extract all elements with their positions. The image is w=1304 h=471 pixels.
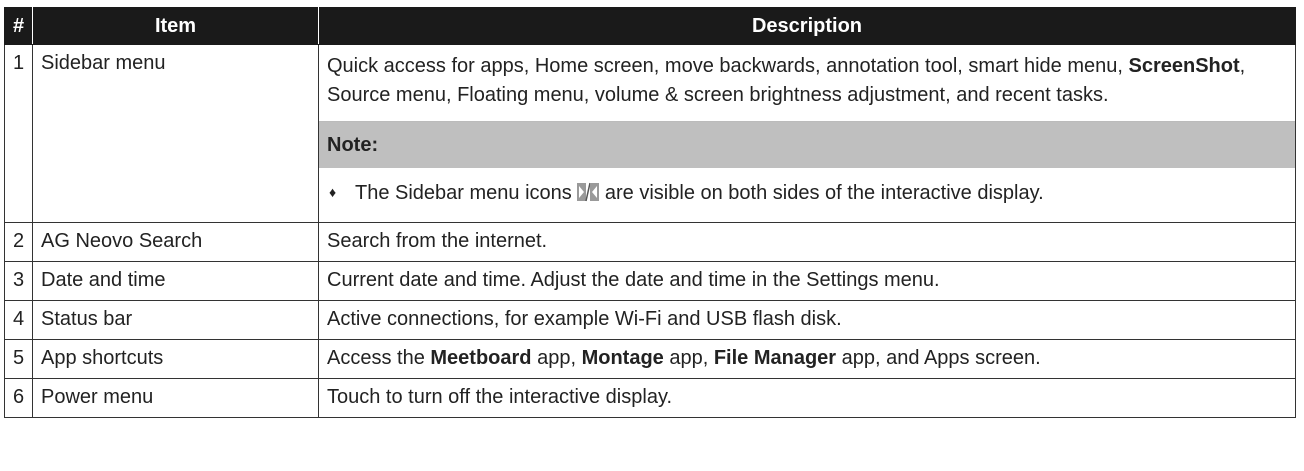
table-row: 1 Sidebar menu Quick access for apps, Ho…: [4, 44, 1296, 223]
row-item: Sidebar menu: [32, 44, 319, 223]
note-text: ♦ The Sidebar menu icons are visible on b…: [319, 168, 1295, 222]
row-description: Quick access for apps, Home screen, move…: [318, 44, 1296, 223]
row-number: 1: [4, 44, 33, 223]
row-item: AG Neovo Search: [32, 222, 319, 262]
row-item: Power menu: [32, 378, 319, 418]
header-description: Description: [318, 7, 1296, 45]
header-item: Item: [32, 7, 319, 45]
table-row: 6 Power menu Touch to turn off the inter…: [4, 378, 1296, 418]
row-description: Active connections, for example Wi-Fi an…: [318, 300, 1296, 340]
row-item: Status bar: [32, 300, 319, 340]
row-item: Date and time: [32, 261, 319, 301]
row-description: Touch to turn off the interactive displa…: [318, 378, 1296, 418]
row-number: 5: [4, 339, 33, 379]
row-description: Search from the internet.: [318, 222, 1296, 262]
bullet-diamond-icon: ♦: [329, 184, 337, 200]
table-row: 3 Date and time Current date and time. A…: [4, 261, 1296, 301]
sidebar-arrows-icon: [577, 182, 600, 202]
row-description: Access the Meetboard app, Montage app, F…: [318, 339, 1296, 379]
row-description: Current date and time. Adjust the date a…: [318, 261, 1296, 301]
row-item: App shortcuts: [32, 339, 319, 379]
table-row: 5 App shortcuts Access the Meetboard app…: [4, 339, 1296, 379]
row-number: 2: [4, 222, 33, 262]
note-label: Note:: [319, 121, 1295, 168]
description-text: Quick access for apps, Home screen, move…: [327, 55, 1246, 106]
table-row: 2 AG Neovo Search Search from the intern…: [4, 222, 1296, 262]
table-header-row: # Item Description: [4, 7, 1296, 45]
feature-table: # Item Description 1 Sidebar menu Quick …: [4, 7, 1296, 418]
row-number: 3: [4, 261, 33, 301]
row-number: 6: [4, 378, 33, 418]
row-number: 4: [4, 300, 33, 340]
table-row: 4 Status bar Active connections, for exa…: [4, 300, 1296, 340]
header-number: #: [4, 7, 33, 45]
